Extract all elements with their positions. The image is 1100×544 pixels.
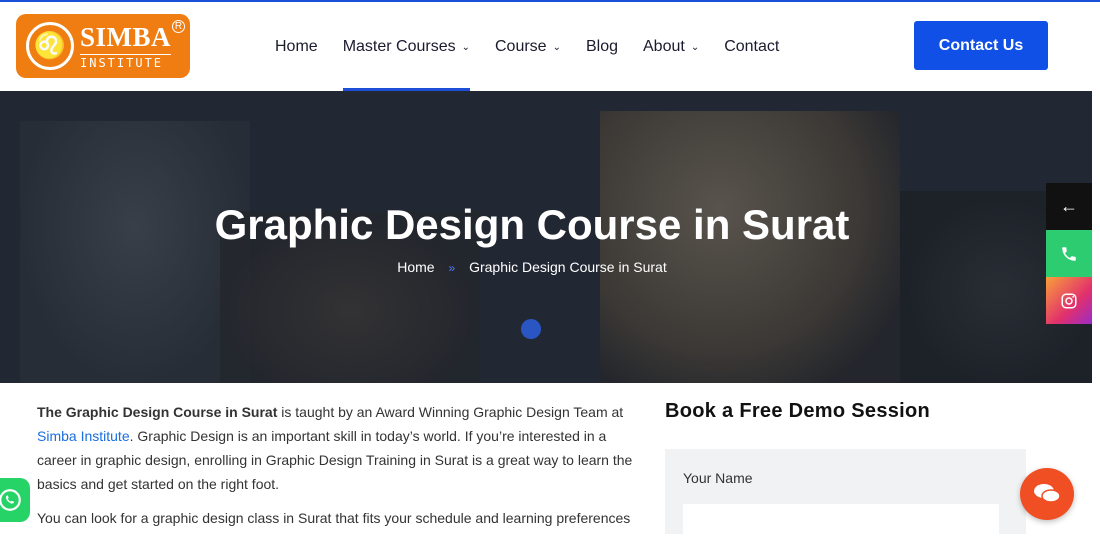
page-title: Graphic Design Course in Surat: [214, 201, 850, 248]
site-header: ♌ SIMBA INSTITUTE R Home Master Courses ⌄…: [0, 2, 1100, 91]
nav-label: Home: [275, 37, 318, 55]
logo-subtitle: INSTITUTE: [80, 53, 172, 69]
chat-bubble-icon[interactable]: [1020, 468, 1074, 520]
nav-label: About: [643, 37, 685, 55]
chevron-down-icon: ⌄: [690, 42, 700, 53]
hero-banner: Graphic Design Course in Surat Home » Gr…: [0, 91, 1092, 383]
double-chevron-right-icon: »: [448, 261, 456, 275]
arrow-left-icon[interactable]: ←: [1046, 183, 1092, 230]
lion-icon: ♌: [26, 22, 74, 70]
course-description: The Graphic Design Course in Surat is ta…: [37, 400, 637, 540]
main-nav: Home Master Courses ⌄ Course ⌄ Blog About ⌄…: [275, 2, 804, 91]
second-paragraph: You can look for a graphic design class …: [37, 510, 631, 526]
hero-dot: [521, 319, 541, 339]
chevron-down-icon: ⌄: [461, 42, 470, 53]
contact-us-button[interactable]: Contact Us: [914, 21, 1048, 70]
nav-contact[interactable]: Contact: [724, 2, 779, 91]
nav-master-courses[interactable]: Master Courses ⌄: [342, 2, 471, 91]
nav-label: Master Courses: [342, 37, 456, 55]
nav-label: Course: [495, 37, 547, 55]
floating-social-bar: ←: [1046, 183, 1092, 324]
nav-home[interactable]: Home: [275, 2, 318, 91]
simba-logo[interactable]: ♌ SIMBA INSTITUTE R: [16, 14, 190, 78]
phone-icon[interactable]: [1046, 230, 1092, 277]
logo-text: SIMBA INSTITUTE: [80, 21, 172, 69]
nav-blog[interactable]: Blog: [586, 2, 618, 91]
instagram-icon[interactable]: [1046, 277, 1092, 324]
breadcrumb: Home » Graphic Design Course in Surat: [0, 259, 1064, 275]
breadcrumb-home[interactable]: Home: [397, 259, 434, 275]
intro-paragraph: The Graphic Design Course in Surat is ta…: [37, 400, 637, 496]
demo-form: Your Name: [665, 449, 1026, 544]
chevron-down-icon: ⌄: [552, 42, 561, 53]
simba-institute-link[interactable]: Simba Institute: [37, 428, 130, 444]
registered-mark: R: [172, 20, 185, 33]
logo-name: SIMBA: [80, 21, 172, 52]
nav-about[interactable]: About ⌄: [643, 2, 699, 91]
nav-label: Contact: [724, 37, 780, 55]
name-input[interactable]: [683, 504, 999, 544]
name-label: Your Name: [683, 470, 753, 486]
intro-bold: The Graphic Design Course in Surat: [37, 404, 278, 420]
whatsapp-icon[interactable]: [0, 478, 30, 522]
nav-label: Blog: [585, 37, 618, 55]
intro-text-a: is taught by an Award Winning Graphic De…: [277, 404, 624, 420]
demo-form-title: Book a Free Demo Session: [665, 400, 931, 422]
breadcrumb-current: Graphic Design Course in Surat: [469, 259, 667, 275]
nav-course[interactable]: Course ⌄: [495, 2, 561, 91]
